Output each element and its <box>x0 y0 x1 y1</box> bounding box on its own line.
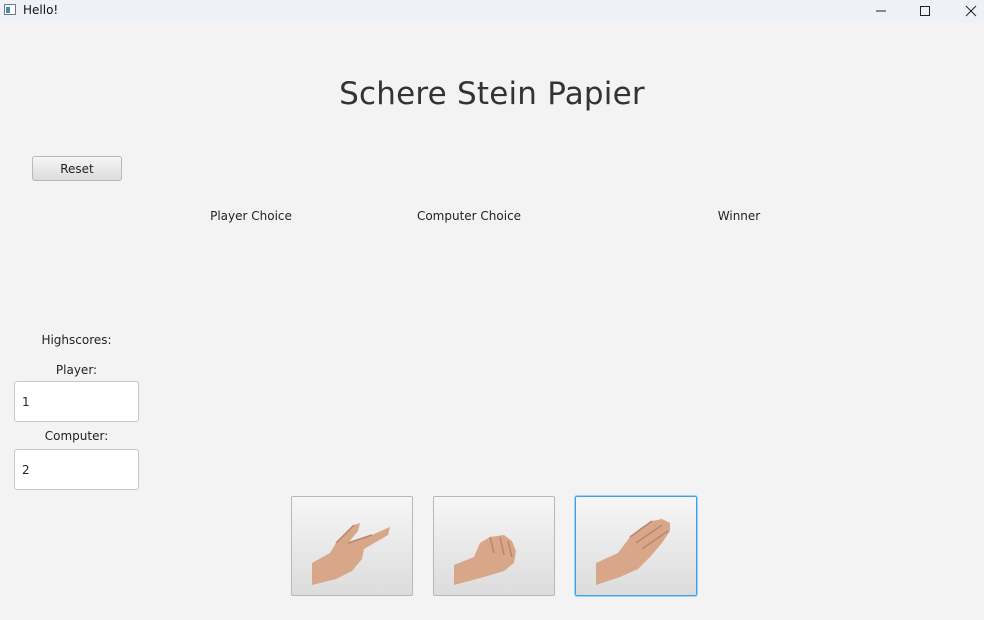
rock-button[interactable] <box>433 496 555 596</box>
computer-score-label: Computer: <box>44 429 109 443</box>
close-icon <box>965 5 977 17</box>
maximize-button[interactable] <box>902 0 948 22</box>
scissors-button[interactable] <box>291 496 413 596</box>
winner-label: Winner <box>717 209 761 223</box>
player-score-field[interactable] <box>14 381 139 422</box>
player-score-label: Player: <box>55 363 98 377</box>
reset-button[interactable]: Reset <box>32 156 122 181</box>
window-title: Hello! <box>23 3 59 17</box>
minimize-icon <box>876 10 886 12</box>
page-title: Schere Stein Papier <box>339 76 645 112</box>
maximize-icon <box>920 6 930 16</box>
highscores-label: Highscores: <box>41 333 112 347</box>
window-titlebar: Hello! <box>0 0 984 22</box>
paper-hand-icon <box>596 519 670 585</box>
paper-button[interactable] <box>575 496 697 596</box>
computer-score-field[interactable] <box>14 449 139 490</box>
rock-fist-icon <box>454 535 516 585</box>
app-icon <box>4 4 16 15</box>
scissors-hand-icon <box>312 523 390 585</box>
computer-choice-label: Computer Choice <box>416 209 522 223</box>
close-button[interactable] <box>948 0 984 22</box>
minimize-button[interactable] <box>858 0 904 22</box>
player-choice-label: Player Choice <box>210 209 292 223</box>
